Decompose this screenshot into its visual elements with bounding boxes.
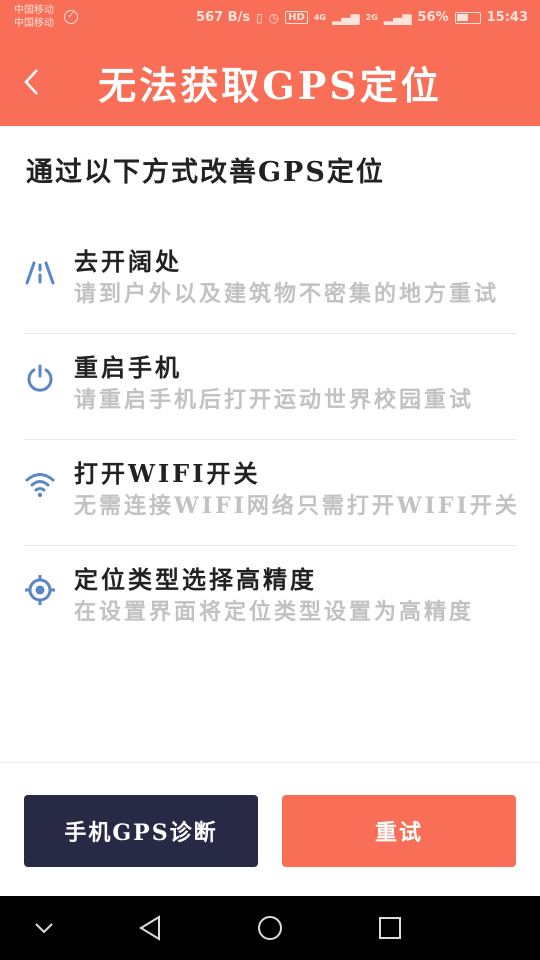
nav-back-button[interactable] xyxy=(132,910,168,946)
check-icon: ✓ xyxy=(64,10,78,24)
tip-item-wifi: 打开WIFI开关 无需连接WIFI网络只需打开WIFI开关 xyxy=(24,440,517,546)
clock: 15:43 xyxy=(486,10,528,25)
alarm-icon: ◷ xyxy=(268,10,280,25)
hd-badge: HD xyxy=(285,11,308,24)
carrier-2: 中国移动 xyxy=(14,18,54,29)
square-recents-icon xyxy=(379,917,401,939)
nav-collapse-button[interactable] xyxy=(26,910,62,946)
signal-icon-2: ▂▄▆ xyxy=(383,10,412,25)
nav-recents-button[interactable] xyxy=(372,910,408,946)
header-bar: 中国移动 中国移动 ✓ 567 B/s ▯ ◷ HD 4G ▂▄▆ 2G ▂▄▆… xyxy=(0,0,540,126)
circle-home-icon xyxy=(258,916,282,940)
section-title: 通过以下方式改善GPS定位 xyxy=(26,157,385,188)
network-speed: 567 B/s xyxy=(196,10,251,25)
road-icon xyxy=(24,256,56,288)
power-icon xyxy=(24,362,56,394)
vibrate-icon: ▯ xyxy=(256,10,263,25)
tip-item-high-accuracy: 定位类型选择高精度 在设置界面将定位类型设置为高精度 xyxy=(24,546,516,651)
gps-diagnose-button[interactable]: 手机GPS诊断 xyxy=(24,795,258,867)
wifi-icon xyxy=(24,468,56,500)
tip-item-open-area: 去开阔处 请到户外以及建筑物不密集的地方重试 xyxy=(24,228,516,334)
triangle-back-icon xyxy=(139,915,160,941)
tip-description: 请重启手机后打开运动世界校园重试 xyxy=(74,387,475,413)
tip-item-restart-phone: 重启手机 请重启手机后打开运动世界校园重试 xyxy=(24,334,516,440)
nav-home-button[interactable] xyxy=(252,910,288,946)
battery-icon xyxy=(454,11,481,24)
status-right: 567 B/s ▯ ◷ HD 4G ▂▄▆ 2G ▂▄▆ 56% 15:43 xyxy=(196,10,528,25)
carrier-info: 中国移动 中国移动 xyxy=(14,4,54,30)
tip-title: 定位类型选择高精度 xyxy=(74,565,317,594)
chevron-down-icon xyxy=(35,923,53,934)
retry-button[interactable]: 重试 xyxy=(282,795,516,867)
tip-description: 无需连接WIFI网络只需打开WIFI开关 xyxy=(74,493,520,519)
location-target-icon xyxy=(24,574,56,606)
status-bar: 中国移动 中国移动 ✓ 567 B/s ▯ ◷ HD 4G ▂▄▆ 2G ▂▄▆… xyxy=(0,0,540,40)
tip-title: 打开WIFI开关 xyxy=(74,459,261,488)
bottom-action-area: 手机GPS诊断 重试 xyxy=(0,762,540,897)
tip-description: 请到户外以及建筑物不密集的地方重试 xyxy=(74,281,500,307)
signal-icon-1: ▂▄▆ xyxy=(331,10,360,25)
tip-description: 在设置界面将定位类型设置为高精度 xyxy=(74,599,475,625)
net-2g-label: 2G xyxy=(365,13,378,22)
net-4g-label: 4G xyxy=(313,13,326,22)
page-title: 无法获取GPS定位 xyxy=(98,63,442,108)
system-nav-bar xyxy=(0,896,540,960)
carrier-1: 中国移动 xyxy=(14,5,54,16)
tip-title: 去开阔处 xyxy=(74,247,182,276)
battery-percent: 56% xyxy=(417,10,449,25)
tip-title: 重启手机 xyxy=(74,353,182,382)
tips-list: 去开阔处 请到户外以及建筑物不密集的地方重试 重启手机 请重启手机后打开运动世界… xyxy=(0,228,540,651)
